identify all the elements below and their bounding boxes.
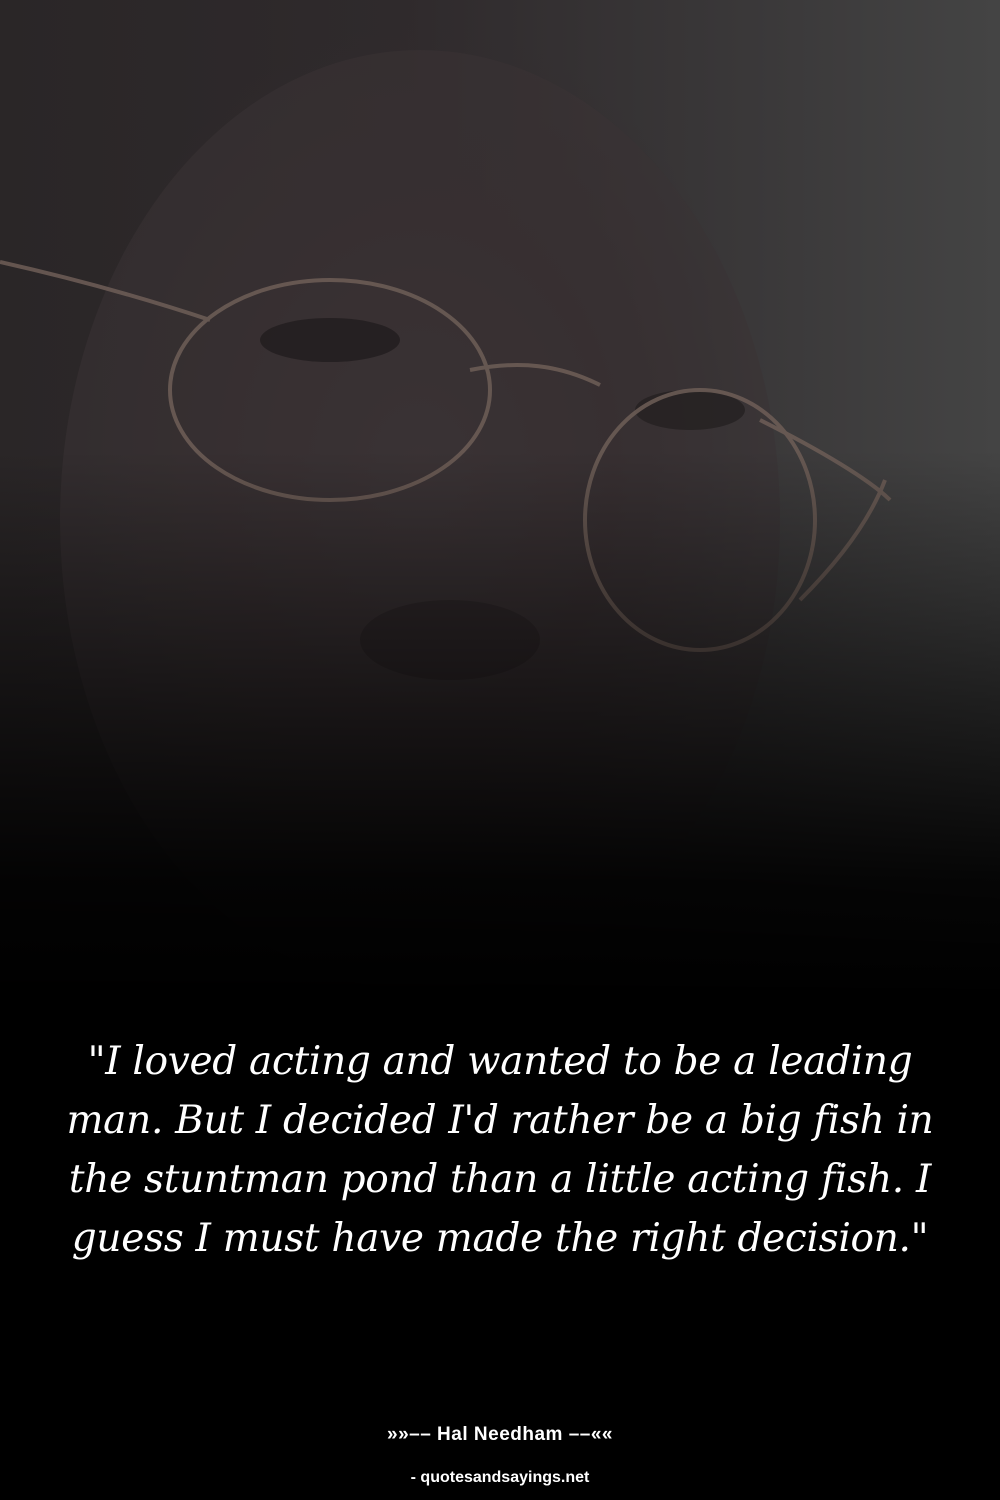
source-watermark: - quotesandsayings.net (410, 1469, 590, 1486)
quote-card: "I loved acting and wanted to be a leadi… (0, 0, 1000, 1500)
quote-text: "I loved acting and wanted to be a leadi… (66, 1039, 934, 1261)
photo-gradient-overlay (0, 0, 1000, 1000)
portrait-photo (0, 0, 1000, 1000)
author-attribution: »»–– Hal Needham ––«« (387, 1424, 613, 1445)
